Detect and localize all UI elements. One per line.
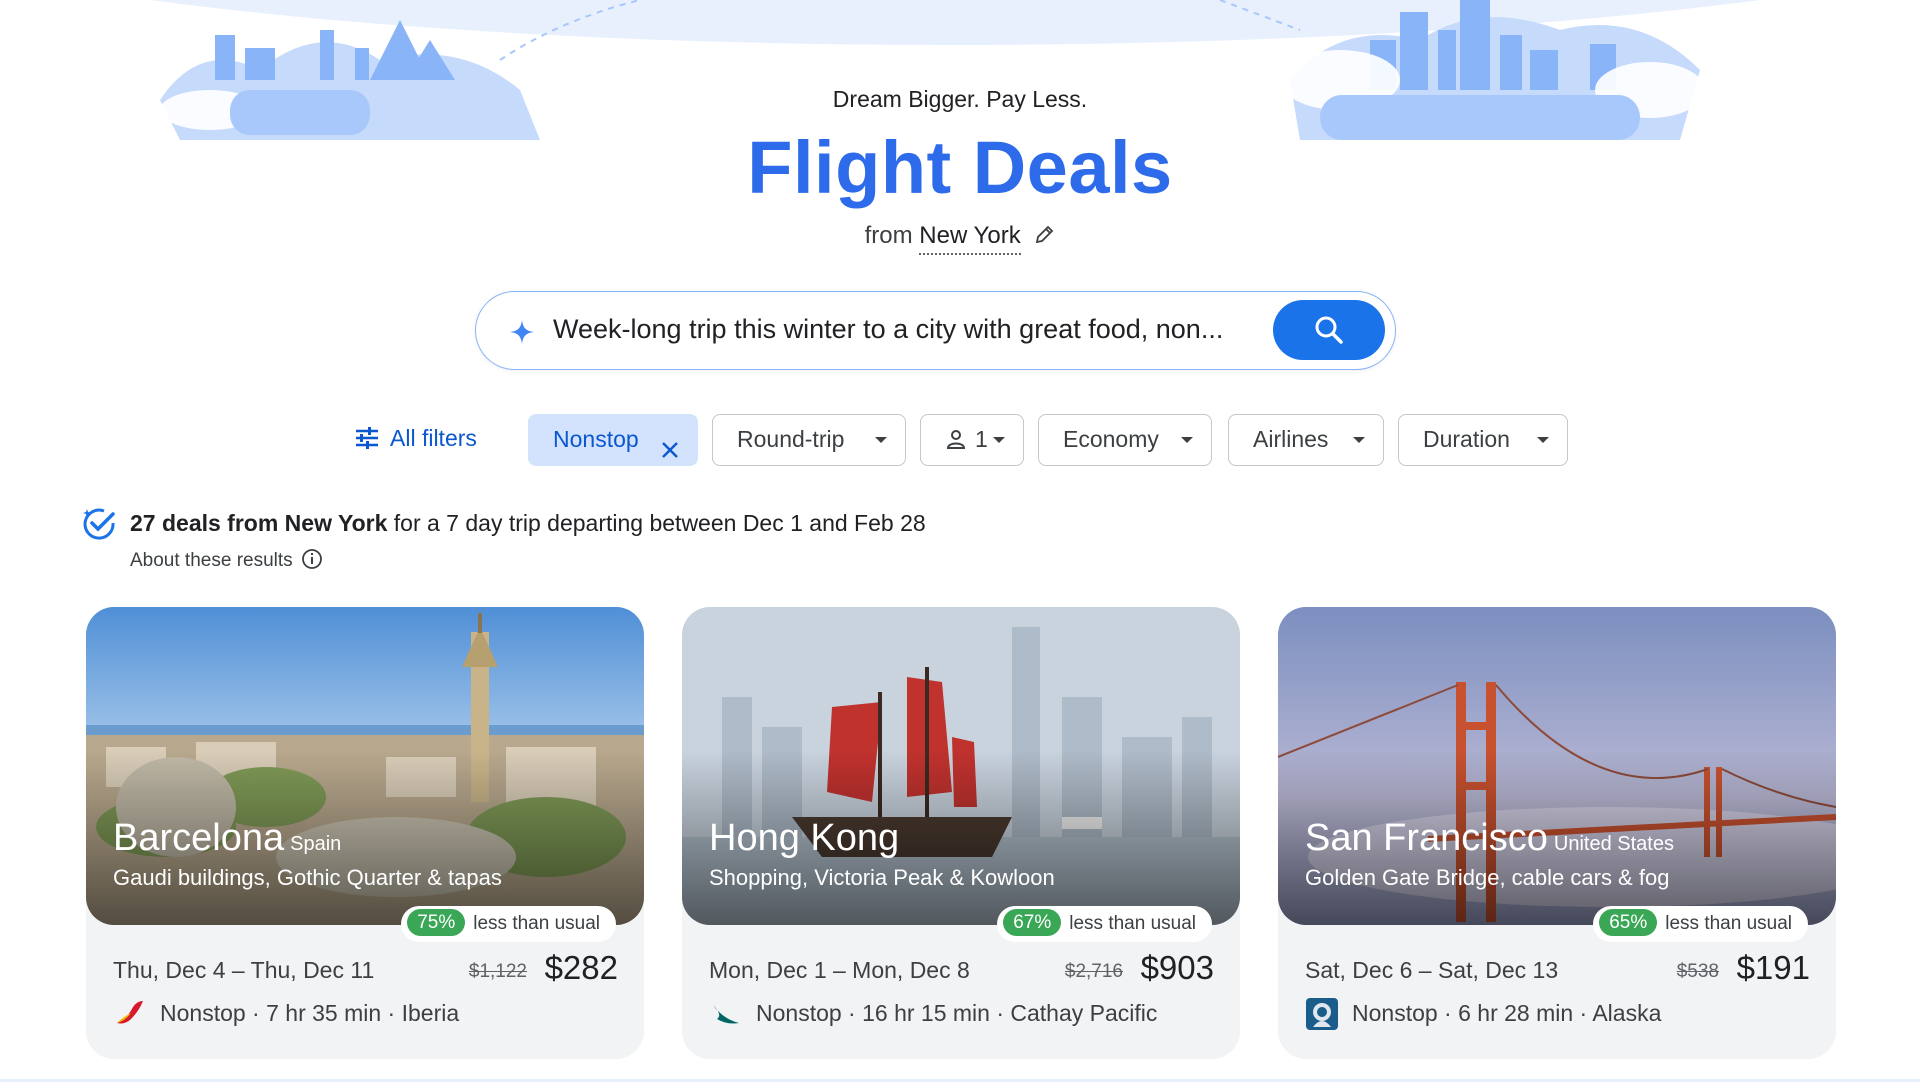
duration-dropdown[interactable]: Duration xyxy=(1398,414,1568,466)
destination-city: Barcelona Spain xyxy=(113,817,341,860)
chevron-down-icon xyxy=(1181,437,1193,443)
person-icon xyxy=(946,430,966,449)
page-title: Flight Deals xyxy=(747,126,1173,209)
discount-label: less than usual xyxy=(1665,913,1792,934)
search-button[interactable] xyxy=(1273,300,1385,360)
discount-badge: 65% less than usual xyxy=(1593,906,1808,942)
info-icon[interactable] xyxy=(301,548,323,570)
from-label: from xyxy=(864,222,913,249)
destination-description: Gaudi buildings, Gothic Quarter & tapas xyxy=(113,865,502,890)
cathay-pacific-logo-icon xyxy=(709,997,743,1031)
chevron-down-icon xyxy=(1353,437,1365,443)
destination-description: Shopping, Victoria Peak & Kowloon xyxy=(709,865,1055,890)
cabin-dropdown[interactable]: Economy xyxy=(1038,414,1212,466)
destination-city: Hong Kong xyxy=(709,817,905,860)
duration-label: Duration xyxy=(1423,426,1510,452)
country-name: Spain xyxy=(290,833,342,855)
trip-dates: Thu, Dec 4 – Thu, Dec 11 xyxy=(113,957,375,983)
discount-badge: 67% less than usual xyxy=(997,906,1212,942)
deal-card-san-francisco[interactable]: San Francisco United States Golden Gate B… xyxy=(1278,607,1836,1059)
airlines-dropdown[interactable]: Airlines xyxy=(1228,414,1384,466)
verified-check-icon xyxy=(82,506,118,542)
about-results-label: About these results xyxy=(130,550,293,571)
edit-pencil-icon[interactable] xyxy=(1033,224,1055,246)
flight-details: Nonstop · 7 hr 35 min · Iberia xyxy=(160,1000,460,1026)
deal-card-hong-kong[interactable]: Hong Kong Shopping, Victoria Peak & Kowl… xyxy=(682,607,1240,1059)
deal-price: $903 xyxy=(1140,949,1214,986)
results-range-text: for a 7 day trip departing between Dec 1… xyxy=(393,510,926,536)
destination-city: San Francisco United States xyxy=(1305,817,1674,860)
trip-type-dropdown[interactable]: Round-trip xyxy=(712,414,906,466)
chevron-down-icon xyxy=(993,437,1005,443)
chevron-down-icon xyxy=(875,437,887,443)
discount-label: less than usual xyxy=(1069,913,1196,934)
origin-selector[interactable]: from New York xyxy=(0,222,1920,255)
city-name: San Francisco xyxy=(1305,817,1548,859)
search-icon xyxy=(1315,316,1343,344)
close-icon[interactable] xyxy=(659,429,681,478)
about-results-link[interactable]: About these results xyxy=(130,548,323,572)
usual-price: $2,716 xyxy=(1064,961,1123,982)
nonstop-label: Nonstop xyxy=(553,426,639,452)
alaska-logo-icon xyxy=(1305,997,1339,1031)
country-name: United States xyxy=(1553,833,1674,855)
all-filters-button[interactable]: All filters xyxy=(354,414,504,466)
trip-dates: Mon, Dec 1 – Mon, Dec 8 xyxy=(709,957,970,983)
discount-percent: 75% xyxy=(407,909,466,936)
search-input[interactable]: Week-long trip this winter to a city wit… xyxy=(553,314,1223,345)
iberia-logo-icon xyxy=(113,997,147,1031)
flight-details: Nonstop · 6 hr 28 min · Alaska xyxy=(1352,1000,1662,1026)
destination-description: Golden Gate Bridge, cable cars & fog xyxy=(1305,865,1670,890)
usual-price: $1,122 xyxy=(468,961,527,982)
discount-percent: 67% xyxy=(1003,909,1062,936)
all-filters-label: All filters xyxy=(390,425,477,451)
results-count-text: 27 deals from New York for a 7 day trip … xyxy=(130,510,926,537)
city-name: Barcelona xyxy=(113,817,285,859)
cabin-label: Economy xyxy=(1063,426,1159,452)
hero-tagline: Dream Bigger. Pay Less. xyxy=(832,86,1088,112)
trip-type-label: Round-trip xyxy=(737,426,845,452)
deal-card-barcelona[interactable]: Barcelona Spain Gaudi buildings, Gothic Q… xyxy=(86,607,644,1059)
deal-price: $191 xyxy=(1736,949,1810,986)
filter-bar: All filters Nonstop Round-trip 1 Economy… xyxy=(0,414,1920,466)
flight-details: Nonstop · 16 hr 15 min · Cathay Pacific xyxy=(756,1000,1158,1026)
city-name: Hong Kong xyxy=(709,817,900,859)
airlines-label: Airlines xyxy=(1253,426,1329,452)
deal-price: $282 xyxy=(544,949,618,986)
passengers-dropdown[interactable]: 1 xyxy=(920,414,1024,466)
results-count-bold: 27 deals from New York xyxy=(130,510,388,536)
tune-icon xyxy=(356,427,378,449)
sparkle-icon xyxy=(506,316,538,348)
passengers-count: 1 xyxy=(975,426,988,452)
ai-search-bar[interactable]: Week-long trip this winter to a city wit… xyxy=(475,291,1396,370)
origin-city[interactable]: New York xyxy=(919,222,1021,255)
nonstop-chip[interactable]: Nonstop xyxy=(528,414,698,466)
trip-dates: Sat, Dec 6 – Sat, Dec 13 xyxy=(1305,957,1559,983)
chevron-down-icon xyxy=(1537,437,1549,443)
usual-price: $538 xyxy=(1676,961,1719,982)
discount-label: less than usual xyxy=(473,913,600,934)
discount-badge: 75% less than usual xyxy=(401,906,616,942)
discount-percent: 65% xyxy=(1599,909,1658,936)
